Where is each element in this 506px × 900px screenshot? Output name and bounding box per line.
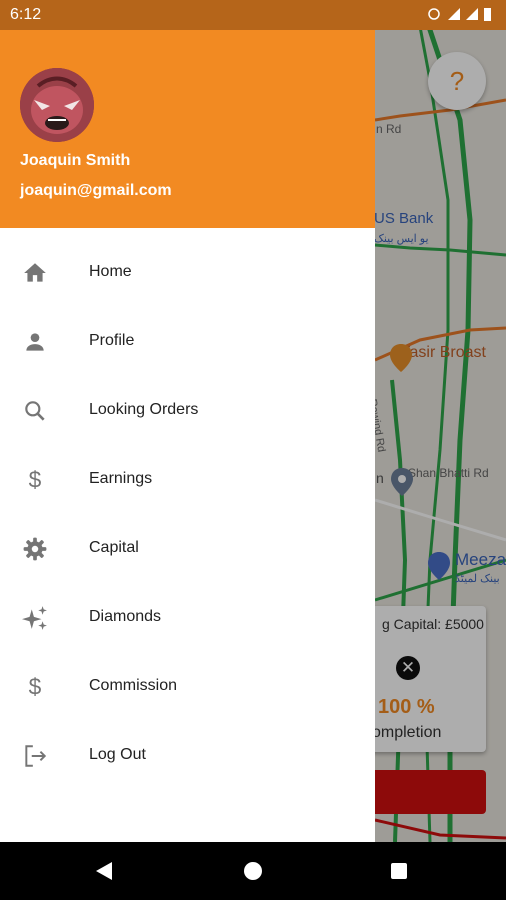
drawer-menu: Home Profile Looking Orders $ Earnings C…: [0, 238, 375, 790]
menu-item-label: Capital: [89, 539, 139, 556]
menu-item-home[interactable]: Home: [0, 238, 375, 307]
status-indicators-icon: [428, 8, 491, 21]
status-bar: 6:12: [0, 0, 506, 30]
menu-item-label: Diamonds: [89, 608, 162, 625]
menu-item-label: Log Out: [89, 746, 146, 763]
back-icon[interactable]: [96, 862, 112, 880]
menu-item-label: Commission: [89, 677, 178, 694]
user-email: joaquin@gmail.com: [20, 182, 172, 199]
menu-item-profile[interactable]: Profile: [0, 307, 375, 376]
menu-item-label: Looking Orders: [89, 401, 199, 418]
recent-apps-icon[interactable]: [391, 863, 407, 879]
svg-text:$: $: [29, 674, 42, 700]
system-nav-bar: [0, 842, 506, 900]
status-icons: [428, 6, 498, 27]
menu-item-capital[interactable]: Capital: [0, 514, 375, 583]
menu-item-label: Home: [89, 263, 132, 280]
user-name: Joaquin Smith: [20, 152, 131, 169]
menu-item-commission[interactable]: $ Commission: [0, 652, 375, 721]
dollar-icon: $: [29, 674, 42, 700]
gear-icon: [23, 537, 47, 561]
person-icon: [26, 333, 44, 351]
avatar-image: [20, 68, 94, 142]
menu-item-diamonds[interactable]: Diamonds: [0, 583, 375, 652]
home-icon: [24, 263, 46, 282]
menu-item-label: Earnings: [89, 470, 153, 487]
menu-item-earnings[interactable]: $ Earnings: [0, 445, 375, 514]
drawer-header: Joaquin Smith joaquin@gmail.com: [0, 30, 375, 228]
search-icon: [25, 401, 45, 421]
avatar[interactable]: [20, 68, 94, 142]
home-button-icon[interactable]: [244, 862, 262, 880]
menu-item-looking-orders[interactable]: Looking Orders: [0, 376, 375, 445]
navigation-drawer: Joaquin Smith joaquin@gmail.com Home Pro…: [0, 0, 375, 842]
logout-icon: [25, 745, 47, 767]
sparkle-icon: [22, 606, 47, 630]
status-time: 6:12: [10, 6, 42, 23]
svg-text:$: $: [29, 467, 42, 493]
menu-item-label: Profile: [89, 332, 135, 349]
menu-item-logout[interactable]: Log Out: [0, 721, 375, 790]
dollar-icon: $: [29, 467, 42, 493]
